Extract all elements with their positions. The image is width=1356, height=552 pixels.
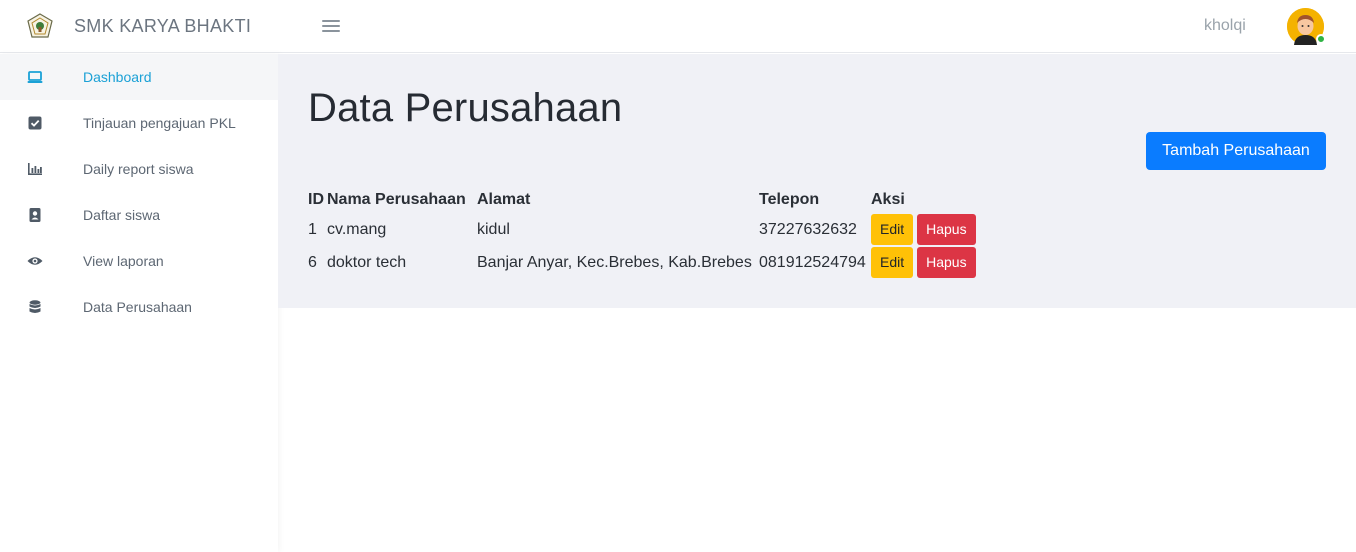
cell-telepon: 37227632632 bbox=[759, 220, 857, 238]
cell-aksi: Edit Hapus bbox=[871, 246, 991, 279]
sidebar-item-label: Data Perusahaan bbox=[83, 299, 192, 315]
edit-button[interactable]: Edit bbox=[871, 247, 914, 278]
table-row: 1 cv.mang kidul 37227632632 Edit Hapus bbox=[308, 213, 991, 246]
top-navbar: SMK KARYA BHAKTI kholqi bbox=[0, 0, 1356, 53]
sidebar-item-label: Daftar siswa bbox=[83, 207, 161, 223]
table-header-row: ID Nama Perusahaan Alamat Telepon Aksi bbox=[308, 187, 991, 213]
online-status-dot bbox=[1316, 34, 1326, 44]
column-header-aksi: Aksi bbox=[871, 191, 905, 208]
sidebar-item-label: Dashboard bbox=[83, 69, 152, 85]
main-content: Data Perusahaan Tambah Perusahaan ID Nam… bbox=[278, 54, 1356, 308]
sidebar-item-label: Daily report siswa bbox=[83, 161, 194, 177]
edit-button[interactable]: Edit bbox=[871, 214, 914, 245]
add-company-button[interactable]: Tambah Perusahaan bbox=[1146, 132, 1326, 170]
table-row: 6 doktor tech Banjar Anyar, Kec.Brebes, … bbox=[308, 246, 991, 279]
cell-id: 6 bbox=[308, 253, 317, 271]
page-title: Data Perusahaan bbox=[308, 86, 623, 130]
sidebar-item-daftar-siswa[interactable]: Daftar siswa bbox=[0, 192, 278, 238]
cell-nama: cv.mang bbox=[327, 220, 387, 238]
sidebar-item-tinjauan-pengajuan-pkl[interactable]: Tinjauan pengajuan PKL bbox=[0, 100, 278, 146]
sidebar-item-data-perusahaan[interactable]: Data Perusahaan bbox=[0, 284, 278, 330]
avatar[interactable] bbox=[1287, 8, 1326, 45]
column-header-alamat: Alamat bbox=[477, 191, 531, 208]
contact-card-icon bbox=[29, 208, 41, 222]
cell-nama: doktor tech bbox=[327, 253, 407, 271]
sidebar: Dashboard Tinjauan pengajuan PKL Daily r… bbox=[0, 54, 278, 552]
brand[interactable]: SMK KARYA BHAKTI bbox=[0, 12, 278, 40]
brand-name: SMK KARYA BHAKTI bbox=[74, 15, 252, 36]
school-logo-icon bbox=[27, 13, 53, 38]
cell-alamat: Banjar Anyar, Kec.Brebes, Kab.Brebes bbox=[477, 253, 752, 271]
database-icon bbox=[29, 300, 41, 313]
column-header-telepon: Telepon bbox=[759, 191, 820, 208]
sidebar-item-daily-report-siswa[interactable]: Daily report siswa bbox=[0, 146, 278, 192]
delete-button[interactable]: Hapus bbox=[917, 247, 976, 278]
hamburger-icon[interactable] bbox=[322, 17, 340, 35]
sidebar-item-label: Tinjauan pengajuan PKL bbox=[83, 115, 236, 131]
cell-id: 1 bbox=[308, 220, 317, 238]
sidebar-item-dashboard[interactable]: Dashboard bbox=[0, 54, 278, 100]
eye-icon bbox=[27, 257, 43, 265]
cell-aksi: Edit Hapus bbox=[871, 213, 991, 246]
column-header-nama: Nama Perusahaan bbox=[327, 191, 466, 208]
delete-button[interactable]: Hapus bbox=[917, 214, 976, 245]
bar-chart-icon bbox=[28, 163, 42, 175]
cell-telepon: 081912524794 bbox=[759, 253, 866, 271]
companies-table: ID Nama Perusahaan Alamat Telepon Aksi 1… bbox=[308, 187, 991, 279]
column-header-id: ID bbox=[308, 191, 324, 208]
cell-alamat: kidul bbox=[477, 220, 510, 238]
sidebar-item-view-laporan[interactable]: View laporan bbox=[0, 238, 278, 284]
username[interactable]: kholqi bbox=[1204, 17, 1246, 35]
sidebar-item-label: View laporan bbox=[83, 253, 164, 269]
laptop-icon bbox=[27, 71, 43, 83]
checkbox-icon bbox=[28, 116, 42, 130]
